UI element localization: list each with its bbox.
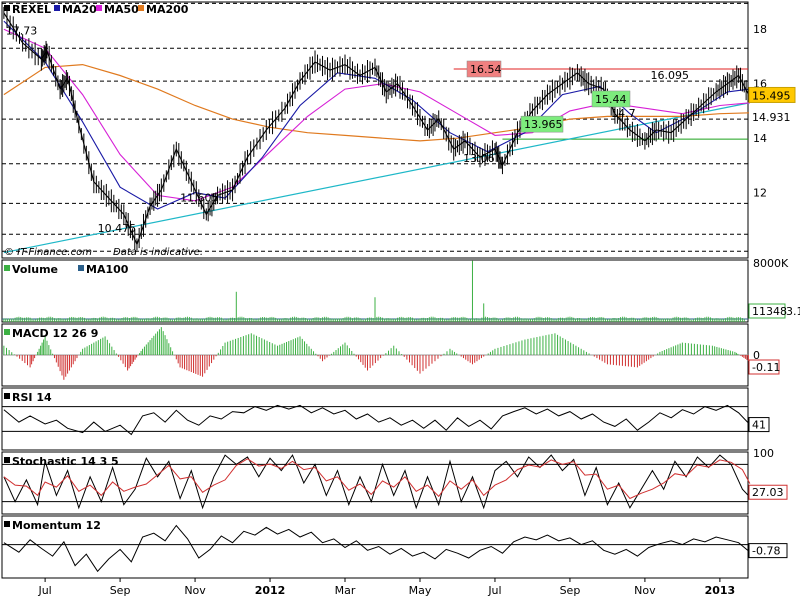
stoch-legend: Stochastic 14 3 5 bbox=[12, 455, 119, 468]
x-tick-label: Sep bbox=[560, 584, 581, 597]
legend-swatch bbox=[4, 393, 10, 399]
panel-frame-mom bbox=[1, 515, 749, 579]
last-label: 15.495 bbox=[752, 89, 791, 102]
price-annotation: 17.73 bbox=[6, 25, 38, 38]
last-label: 14.931 bbox=[752, 111, 791, 124]
x-tick-label: Mar bbox=[335, 584, 356, 597]
legend-swatch bbox=[138, 5, 144, 11]
x-tick-label: May bbox=[409, 584, 432, 597]
price-ytick: 14 bbox=[753, 132, 767, 145]
panel-frame-price bbox=[1, 1, 749, 259]
macd-last: -0.11 bbox=[752, 361, 780, 374]
credit-text: © IT-Finance.com bbox=[4, 247, 92, 258]
volume-ytick: 8000K bbox=[753, 257, 789, 270]
legend-swatch bbox=[4, 265, 10, 271]
price-annotation: 14.7 bbox=[611, 107, 636, 120]
disclaimer-text: Data is indicative. bbox=[113, 247, 203, 258]
boxed-label: 13.965 bbox=[524, 118, 563, 131]
legend-label: MA200 bbox=[146, 3, 189, 16]
price-annotation: 13.06 bbox=[463, 152, 495, 165]
momentum-legend: Momentum 12 bbox=[12, 519, 101, 532]
volume-last: 11348 bbox=[752, 305, 787, 318]
legend-label: MA100 bbox=[86, 263, 129, 276]
legend-label: REXEL bbox=[12, 3, 51, 16]
legend-swatch bbox=[4, 5, 10, 11]
legend-swatch bbox=[78, 265, 84, 271]
x-tick-label: Nov bbox=[634, 584, 656, 597]
price-annotation: 11.605 bbox=[180, 191, 219, 204]
x-tick-label: Jul bbox=[487, 584, 501, 597]
stoch-last: 27.03 bbox=[752, 486, 784, 499]
price-ytick: 12 bbox=[753, 187, 767, 200]
boxed-label: 15.44 bbox=[595, 93, 627, 106]
legend-swatch bbox=[54, 5, 60, 11]
rsi-last: 41 bbox=[752, 419, 766, 432]
legend-label: MA50 bbox=[104, 3, 139, 16]
x-tick-label: Nov bbox=[184, 584, 206, 597]
stoch-ytick: 100 bbox=[753, 447, 774, 460]
momentum-last: -0.78 bbox=[752, 545, 780, 558]
volume-last-suffix: 3.1 bbox=[786, 305, 800, 318]
boxed-label: 16.54 bbox=[470, 63, 502, 76]
legend-swatch bbox=[96, 5, 102, 11]
price-annotation: 10.475 bbox=[98, 222, 136, 235]
price-annotation: 16.095 bbox=[651, 69, 690, 82]
x-tick-label: 2012 bbox=[255, 584, 286, 597]
legend-swatch bbox=[4, 329, 10, 335]
panel-frames bbox=[1, 1, 749, 579]
macd-legend: MACD 12 26 9 bbox=[12, 327, 98, 340]
price-ytick: 18 bbox=[753, 23, 767, 36]
technical-analysis-chart: 1816141217.7310.47511.60513.0614.716.095… bbox=[1, 1, 800, 597]
legend-label: MA20 bbox=[62, 3, 97, 16]
rsi-legend: RSI 14 bbox=[12, 391, 52, 404]
x-tick-label: 2013 bbox=[705, 584, 736, 597]
legend-swatch bbox=[4, 457, 10, 463]
legend-label: Volume bbox=[12, 263, 58, 276]
x-tick-label: Jul bbox=[37, 584, 51, 597]
x-tick-label: Sep bbox=[110, 584, 131, 597]
legend-swatch bbox=[4, 521, 10, 527]
